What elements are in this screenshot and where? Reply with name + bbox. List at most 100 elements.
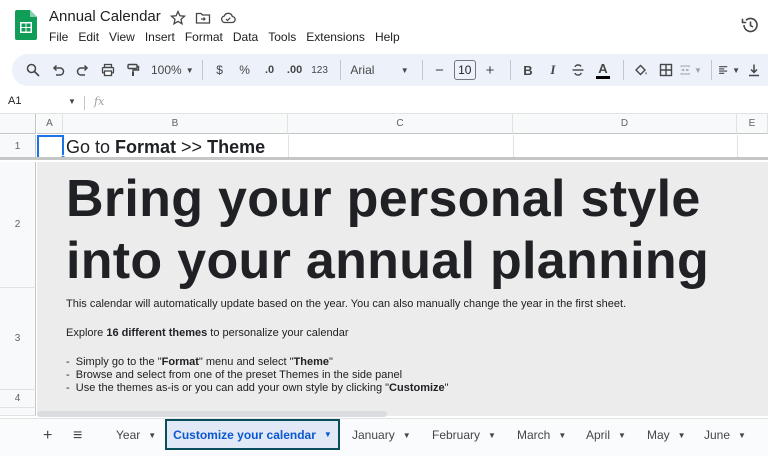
bullet-1[interactable]: - Simply go to the "Format" menu and sel… <box>66 356 333 369</box>
all-sheets-button[interactable]: ≡ <box>73 427 82 445</box>
undo-icon <box>52 64 65 76</box>
font-family-select[interactable]: Arial ▼ <box>346 58 412 82</box>
themes-count: 16 different themes <box>106 327 208 339</box>
bullet-3[interactable]: - Use the themes as-is or you can add yo… <box>66 382 449 395</box>
themes-text[interactable]: Explore 16 different themes to personali… <box>66 327 348 340</box>
frozen-row-divider[interactable] <box>0 157 768 160</box>
menu-file[interactable]: File <box>49 30 73 44</box>
chevron-down-icon: ▼ <box>694 65 702 75</box>
gridline <box>288 135 289 159</box>
strikethrough-button[interactable] <box>567 58 589 82</box>
borders-button[interactable] <box>655 58 677 82</box>
tab-label: April <box>586 428 611 442</box>
row-header-1[interactable]: 1 <box>0 135 36 159</box>
increase-decimal-button[interactable]: .00 <box>284 58 306 82</box>
format-percent-button[interactable]: % <box>234 58 256 82</box>
chevron-down-icon: ▼ <box>148 430 157 440</box>
formula-bar: A1 ▼ fx <box>0 92 768 114</box>
row-header-4[interactable]: 4 <box>0 390 36 408</box>
column-header-b[interactable]: B <box>63 114 288 134</box>
tab-february[interactable]: February ▼ <box>432 428 496 442</box>
print-button[interactable] <box>97 58 119 82</box>
menu-data[interactable]: Data <box>228 30 263 44</box>
document-title[interactable]: Annual Calendar <box>49 8 161 25</box>
star-icon[interactable] <box>170 10 186 26</box>
decrease-decimal-button[interactable]: .0 <box>259 58 281 82</box>
column-header-d[interactable]: D <box>513 114 737 134</box>
fill-color-button[interactable] <box>630 58 652 82</box>
row-header-2[interactable]: 2 <box>0 162 36 288</box>
tab-year[interactable]: Year ▼ <box>116 428 156 442</box>
redo-icon <box>76 64 89 76</box>
horizontal-align-button[interactable]: ▼ <box>718 58 740 82</box>
tab-label: January <box>352 428 395 442</box>
redo-button[interactable] <box>72 58 94 82</box>
row-header-5[interactable] <box>0 408 36 416</box>
add-sheet-button[interactable]: + <box>43 427 52 445</box>
zoom-value: 100% <box>151 63 182 77</box>
vertical-align-button[interactable] <box>743 58 765 82</box>
sheets-logo-icon[interactable] <box>15 10 37 40</box>
chevron-down-icon: ▼ <box>185 65 194 75</box>
cell-area: Go to Format >> Theme Bring your persona… <box>37 135 768 416</box>
menu-view[interactable]: View <box>104 30 140 44</box>
toolbar-divider <box>710 60 712 80</box>
tab-customize-your-calendar[interactable]: Customize your calendar ▼ <box>165 419 340 450</box>
tab-january[interactable]: January ▼ <box>352 428 411 442</box>
chevron-down-icon: ▼ <box>488 430 496 440</box>
instruction-theme: Theme <box>207 137 266 157</box>
column-header-c[interactable]: C <box>288 114 513 134</box>
chevron-down-icon: ▼ <box>402 430 411 440</box>
gridline <box>513 135 514 159</box>
bullet-2[interactable]: - Browse and select from one of the pres… <box>66 369 402 382</box>
row-1: Go to Format >> Theme <box>37 135 768 161</box>
version-history-icon[interactable] <box>740 15 760 35</box>
tab-april[interactable]: April ▼ <box>586 428 626 442</box>
tab-june[interactable]: June ▼ <box>704 428 746 442</box>
column-header-a[interactable]: A <box>37 114 63 134</box>
cell-b1-instruction[interactable]: Go to Format >> Theme <box>66 137 265 158</box>
bullet-1-c: " menu and select " <box>198 356 294 368</box>
row-header-3[interactable]: 3 <box>0 288 36 390</box>
headline[interactable]: Bring your personal style into your annua… <box>66 168 709 292</box>
column-header-e[interactable]: E <box>737 114 768 134</box>
menu-tools[interactable]: Tools <box>263 30 301 44</box>
select-all-corner[interactable] <box>0 114 36 134</box>
bullet-1-theme: Theme <box>293 356 330 368</box>
undo-button[interactable] <box>47 58 69 82</box>
menu-insert[interactable]: Insert <box>140 30 180 44</box>
tab-march[interactable]: March ▼ <box>517 428 566 442</box>
merge-cells-button[interactable]: ▼ <box>680 58 702 82</box>
search-menus-button[interactable] <box>22 58 44 82</box>
bullet-1-e: " <box>329 356 333 368</box>
font-size-input[interactable]: 10 <box>453 60 477 80</box>
banner-area: Bring your personal style into your annua… <box>37 162 768 416</box>
bold-button[interactable]: B <box>517 58 539 82</box>
paint-format-button[interactable] <box>122 58 144 82</box>
menu-edit[interactable]: Edit <box>73 30 104 44</box>
toolbar-divider <box>201 60 203 80</box>
chevron-down-icon: ▼ <box>400 65 409 75</box>
more-formats-button[interactable]: 123 <box>309 58 331 82</box>
chevron-down-icon: ▼ <box>323 430 332 439</box>
increase-font-size-button[interactable]: + <box>479 58 501 82</box>
zoom-select[interactable]: 100% ▼ <box>147 58 194 82</box>
move-folder-icon[interactable] <box>195 10 211 26</box>
description-text[interactable]: This calendar will automatically update … <box>66 298 626 311</box>
decrease-font-size-button[interactable]: − <box>429 58 451 82</box>
menu-format[interactable]: Format <box>180 30 228 44</box>
menu-extensions[interactable]: Extensions <box>301 30 370 44</box>
menu-help[interactable]: Help <box>370 30 405 44</box>
format-currency-button[interactable]: $ <box>209 58 231 82</box>
text-color-button[interactable]: A <box>592 58 614 82</box>
chevron-down-icon[interactable]: ▼ <box>68 97 76 106</box>
tab-label: June <box>704 428 731 442</box>
fill-color-icon <box>634 64 647 76</box>
name-box[interactable]: A1 <box>8 95 21 107</box>
print-icon <box>101 63 115 77</box>
menu-bar: File Edit View Insert Format Data Tools … <box>49 30 405 44</box>
cloud-status-icon[interactable] <box>220 10 236 26</box>
horizontal-scrollbar[interactable] <box>37 411 387 417</box>
italic-button[interactable]: I <box>542 58 564 82</box>
tab-may[interactable]: May ▼ <box>647 428 686 442</box>
